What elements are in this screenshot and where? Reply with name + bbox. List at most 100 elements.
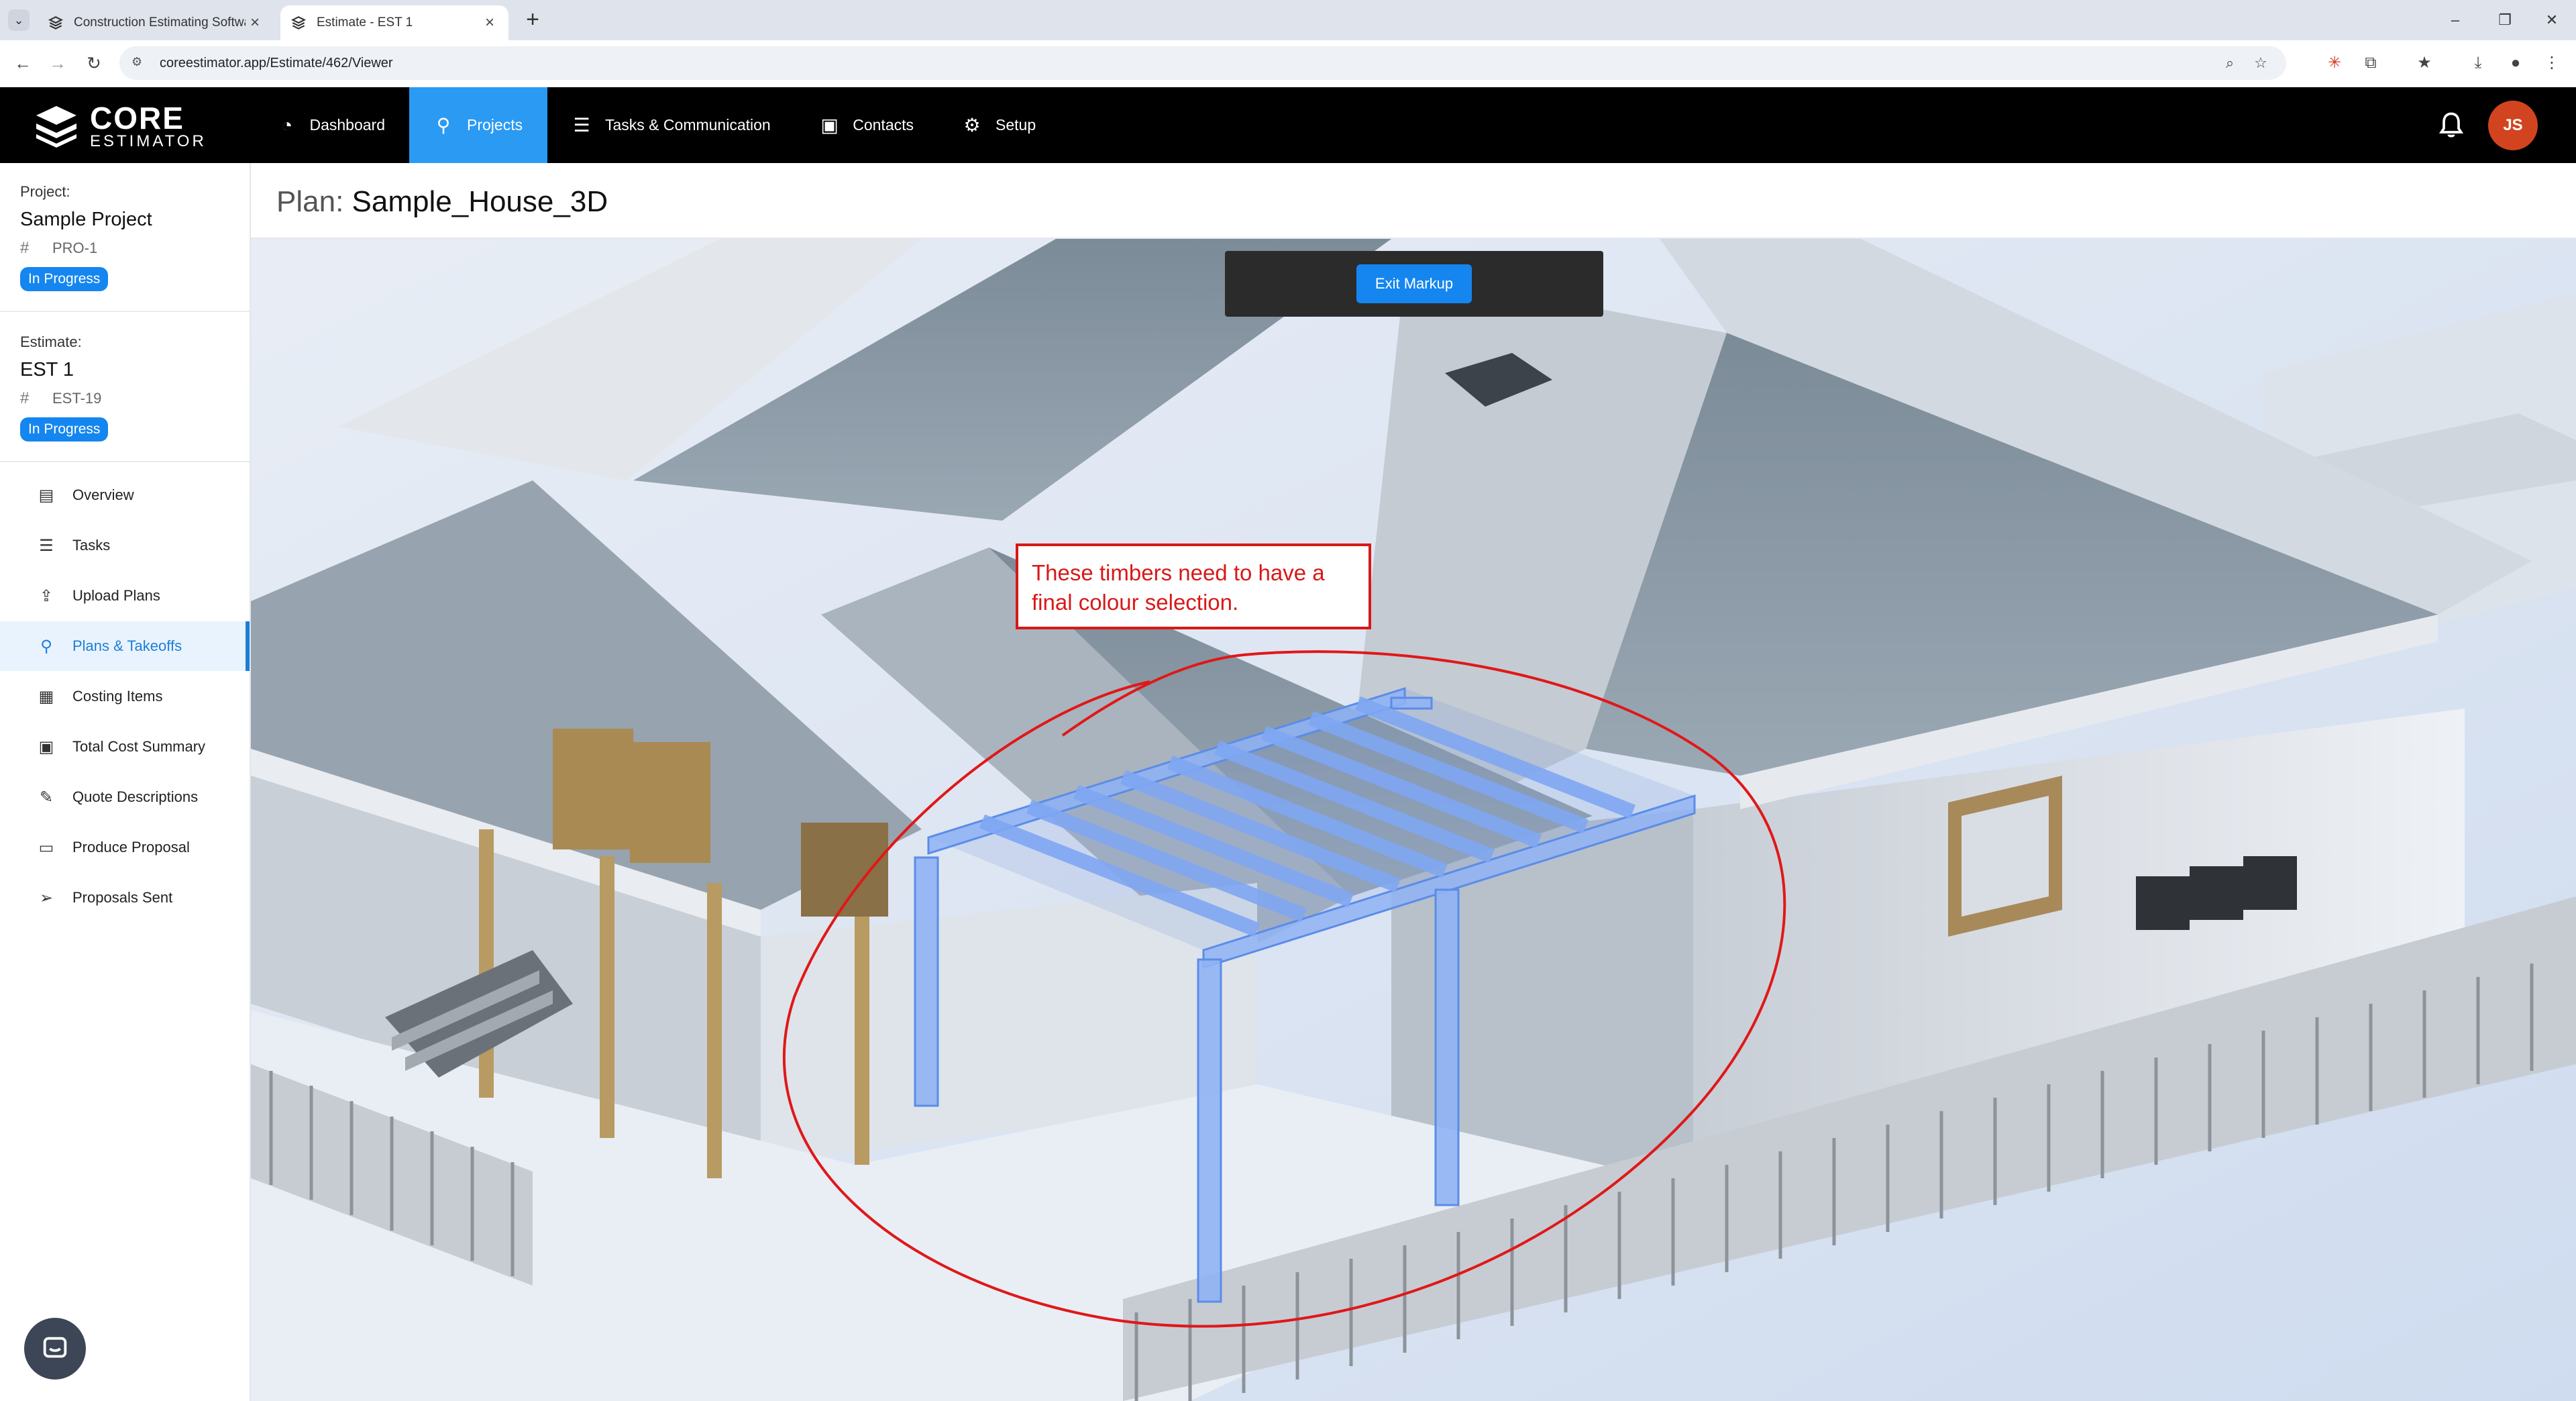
user-avatar[interactable]: JS — [2488, 101, 2538, 150]
browser-toolbar: ← → ↻ ⚙ coreestimator.app/Estimate/462/V… — [0, 40, 2576, 86]
nav-setup[interactable]: ⚙ Setup — [938, 87, 1065, 163]
tab-search-chevron-icon[interactable]: ⌄ — [8, 9, 30, 31]
nav-tasks-communication[interactable]: ☰ Tasks & Communication — [547, 87, 796, 163]
logo-line1: CORE — [90, 101, 184, 136]
close-tab-icon[interactable]: × — [246, 13, 264, 32]
dashboard-icon: ◔ — [281, 114, 293, 136]
send-icon: ➢ — [39, 888, 54, 907]
plan-name: Sample_House_3D — [352, 185, 608, 218]
plans-icon: ⚲ — [40, 637, 52, 656]
project-code: PRO-1 — [52, 240, 98, 256]
nav-label: Setup — [996, 116, 1036, 134]
plan-prefix: Plan: — [276, 185, 344, 218]
new-tab-icon[interactable]: + — [521, 8, 545, 32]
url-text: coreestimator.app/Estimate/462/Viewer — [160, 55, 393, 70]
estimate-name[interactable]: EST 1 — [20, 359, 108, 381]
browser-tab-construction[interactable]: Construction Estimating Softwa × — [38, 5, 274, 40]
sidebar-item-label: Quote Descriptions — [72, 788, 199, 805]
reload-icon[interactable]: ↻ — [80, 50, 107, 76]
address-bar[interactable]: ⚙ coreestimator.app/Estimate/462/Viewer … — [119, 46, 2286, 80]
site-info-icon[interactable]: ⚙ — [131, 55, 148, 71]
bookmarks-icon[interactable]: ★ — [2411, 50, 2438, 76]
sidebar-item-label: Proposals Sent — [72, 889, 173, 906]
nav-label: Projects — [467, 116, 523, 134]
project-status-badge: In Progress — [20, 267, 109, 291]
sidebar-item-quote-descriptions[interactable]: ✎ Quote Descriptions — [0, 772, 250, 822]
plan-3d-viewer[interactable]: Exit Markup These timbers need to have a… — [251, 239, 2576, 1401]
close-tab-icon[interactable]: × — [480, 13, 499, 32]
estimate-code: EST-19 — [52, 390, 102, 407]
estimate-status-badge: In Progress — [20, 417, 109, 442]
exit-markup-button[interactable]: Exit Markup — [1356, 264, 1472, 303]
nav-contacts[interactable]: ▣ Contacts — [796, 87, 938, 163]
table-icon: ▦ — [38, 687, 54, 706]
sidebar-item-produce-proposal[interactable]: ▭ Produce Proposal — [0, 823, 250, 872]
profile-icon[interactable]: ● — [2502, 50, 2529, 76]
edit-icon: ✎ — [39, 788, 54, 807]
hash-icon: # — [20, 389, 30, 407]
sidebar-item-tasks[interactable]: ☰ Tasks — [0, 521, 250, 570]
menu-dots-icon[interactable]: ⋮ — [2538, 50, 2565, 76]
sidebar-item-label: Plans & Takeoffs — [72, 637, 182, 654]
logo-line2: ESTIMATOR — [90, 132, 207, 150]
sidebar-item-label: Overview — [72, 486, 134, 503]
sidebar-divider — [0, 461, 250, 462]
extension-icon[interactable]: ✳ — [2321, 50, 2348, 76]
core-estimator-logo[interactable]: CORE ESTIMATOR — [32, 101, 227, 150]
markup-text-note[interactable]: These timbers need to have a final colou… — [1016, 543, 1371, 629]
proposal-icon: ▭ — [38, 838, 54, 857]
sidebar-item-label: Costing Items — [72, 688, 163, 705]
extensions-puzzle-icon[interactable]: ⧉ — [2357, 50, 2384, 76]
sidebar-item-label: Tasks — [72, 537, 111, 554]
notification-bell-icon[interactable] — [2436, 110, 2466, 140]
sidebar-item-overview[interactable]: ▤ Overview — [0, 470, 250, 520]
project-summary: Project: Sample Project # PRO-1 In Progr… — [20, 183, 152, 291]
forward-icon[interactable]: → — [44, 50, 71, 76]
chat-support-button[interactable] — [24, 1318, 86, 1380]
estimate-code-row: # EST-19 — [20, 389, 108, 408]
tasks-icon: ☰ — [39, 536, 54, 555]
estimate-label: Estimate: — [20, 333, 82, 350]
nav-dashboard[interactable]: ◔ Dashboard — [254, 87, 409, 163]
nav-label: Tasks & Communication — [605, 116, 771, 134]
tab-title: Construction Estimating Softwa — [74, 15, 246, 30]
hash-icon: # — [20, 239, 30, 257]
project-name[interactable]: Sample Project — [20, 209, 152, 231]
project-label: Project: — [20, 183, 70, 200]
summary-icon: ▣ — [38, 737, 54, 756]
zoom-icon[interactable]: ⌕ — [2216, 50, 2243, 76]
sidebar-item-plans-takeoffs[interactable]: ⚲ Plans & Takeoffs — [0, 621, 250, 671]
sidebar-item-total-cost-summary[interactable]: ▣ Total Cost Summary — [0, 722, 250, 772]
sidebar-item-costing-items[interactable]: ▦ Costing Items — [0, 672, 250, 721]
nav-label: Dashboard — [309, 116, 385, 134]
sidebar-divider — [0, 311, 250, 312]
sidebar-item-upload-plans[interactable]: ⇪ Upload Plans — [0, 571, 250, 621]
restore-icon[interactable]: ❐ — [2485, 7, 2525, 34]
contacts-icon: ▣ — [820, 115, 839, 136]
window-close-icon[interactable]: ✕ — [2532, 7, 2572, 34]
core-estimator-favicon-icon — [290, 16, 307, 30]
house-3d-render — [251, 239, 2576, 1401]
sidebar-item-proposals-sent[interactable]: ➢ Proposals Sent — [0, 873, 250, 923]
minimize-icon[interactable]: – — [2435, 7, 2475, 34]
estimate-summary: Estimate: EST 1 # EST-19 In Progress — [20, 333, 109, 442]
download-icon[interactable]: ⤓ — [2465, 50, 2491, 76]
plan-title: Plan: Sample_House_3D — [276, 185, 608, 219]
logo-mark-icon — [36, 106, 76, 148]
nav-label: Contacts — [853, 116, 914, 134]
markup-toolbar: Exit Markup — [1225, 251, 1603, 317]
gear-icon: ⚙ — [963, 115, 981, 136]
sidebar-item-label: Produce Proposal — [72, 839, 190, 855]
app-top-nav: CORE ESTIMATOR ◔ Dashboard ⚲ Projects ☰ … — [0, 87, 2576, 163]
bookmark-star-icon[interactable]: ☆ — [2247, 50, 2274, 76]
nav-projects[interactable]: ⚲ Projects — [409, 87, 547, 163]
checklist-icon: ☰ — [573, 115, 590, 136]
sidebar-item-label: Upload Plans — [72, 587, 160, 604]
core-estimator-favicon-icon — [48, 16, 64, 30]
upload-icon: ⇪ — [39, 586, 54, 605]
chat-icon — [43, 1337, 67, 1358]
browser-tab-estimate[interactable]: Estimate - EST 1 × — [280, 5, 508, 40]
estimate-sidebar: Project: Sample Project # PRO-1 In Progr… — [0, 163, 251, 1401]
back-icon[interactable]: ← — [9, 50, 36, 76]
browser-tab-strip: ⌄ Construction Estimating Softwa × Estim… — [0, 0, 2576, 40]
